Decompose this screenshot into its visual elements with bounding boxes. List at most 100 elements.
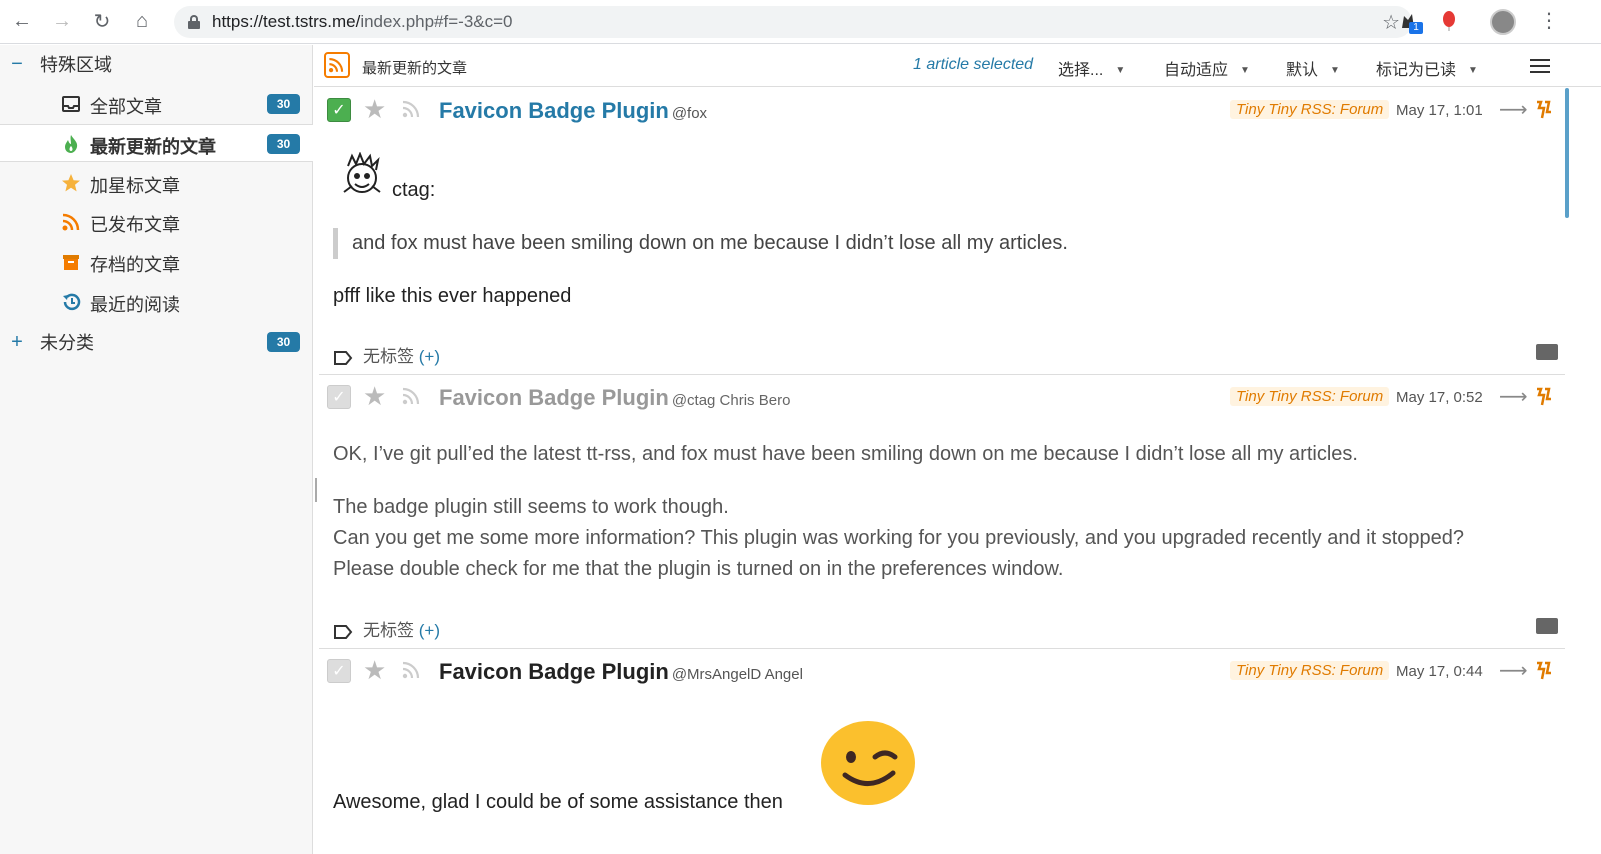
headlines-list: ✓ ★ Favicon Badge Plugin @fox Tiny Tiny R…: [314, 88, 1601, 854]
feed-all-articles[interactable]: 全部文章 30: [0, 85, 313, 123]
profile-avatar[interactable]: [1490, 9, 1516, 35]
article-text: Please double check for me that the plug…: [333, 558, 1064, 580]
article-text: The badge plugin still seems to work tho…: [333, 496, 729, 518]
article-date: May 17, 0:44: [1396, 663, 1483, 680]
article-date: May 17, 1:01: [1396, 102, 1483, 119]
tag-icon: [334, 624, 353, 639]
expand-icon[interactable]: +: [9, 331, 25, 354]
open-link-icon[interactable]: ⟶: [1499, 384, 1528, 409]
article-tags: 无标签 (+): [333, 342, 440, 367]
mark-as-read-dropdown[interactable]: 标记为已读 ▼: [1376, 56, 1478, 80]
scrollbar-thumb[interactable]: [1565, 88, 1569, 218]
category-label: 未分类: [40, 333, 94, 353]
star-toggle-icon[interactable]: ★: [363, 381, 386, 412]
feed-chip[interactable]: Tiny Tiny RSS: Forum: [1230, 100, 1390, 119]
inbox-icon: [62, 96, 80, 112]
feed-tree: − 特殊区域 全部文章 30 最新更新的文章 30 加星标文章 已发布文章 存档…: [0, 45, 313, 854]
select-checkbox[interactable]: ✓: [327, 98, 351, 122]
selection-count: 1 article selected: [913, 56, 1034, 73]
feed-label: 最新更新的文章: [90, 137, 216, 157]
unread-badge: 30: [267, 94, 300, 114]
collapse-icon[interactable]: −: [9, 53, 25, 76]
feed-label: 最近的阅读: [90, 295, 180, 315]
feed-chip[interactable]: Tiny Tiny RSS: Forum: [1230, 387, 1390, 406]
feed-favicon-icon: [1534, 661, 1552, 680]
star-toggle-icon[interactable]: ★: [363, 655, 386, 686]
article-tags: 无标签 (+): [333, 616, 440, 641]
feed-title: 最新更新的文章: [362, 60, 468, 77]
feed-fresh-articles[interactable]: 最新更新的文章 30: [0, 124, 313, 162]
url-text[interactable]: https://test.tstrs.me/index.php#f=-3&c=0: [212, 12, 513, 32]
open-link-icon[interactable]: ⟶: [1499, 97, 1528, 122]
select-checkbox[interactable]: ✓: [327, 659, 351, 683]
user-avatar-image: [343, 152, 381, 193]
note-icon[interactable]: [1536, 618, 1558, 634]
extension-badge: 1: [1409, 22, 1423, 34]
article-title[interactable]: Favicon Badge Plugin @ctag Chris Bero: [439, 385, 790, 411]
publish-icon[interactable]: [400, 385, 422, 407]
article[interactable]: ✓ ★ Favicon Badge Plugin @MrsAngelD Angel…: [319, 649, 1565, 854]
article-text: Can you get me some more information? Th…: [333, 527, 1464, 549]
publish-icon[interactable]: [400, 98, 422, 120]
headlines-toolbar: 最新更新的文章 1 article selected 选择... ▼ 自动适应 ▼ …: [314, 45, 1601, 87]
star-toggle-icon[interactable]: ★: [363, 94, 386, 125]
view-mode-dropdown[interactable]: 自动适应 ▼: [1164, 56, 1250, 80]
select-dropdown[interactable]: 选择... ▼: [1058, 56, 1125, 80]
article-title[interactable]: Favicon Badge Plugin @fox: [439, 98, 707, 124]
feed-starred[interactable]: 加星标文章: [0, 164, 313, 202]
article-text: pfff like this ever happened: [333, 285, 572, 307]
star-icon: [62, 174, 80, 192]
category-label: 特殊区域: [40, 55, 112, 75]
menu-icon[interactable]: [1530, 59, 1550, 73]
select-checkbox[interactable]: ✓: [327, 385, 351, 409]
address-bar[interactable]: https://test.tstrs.me/index.php#f=-3&c=0…: [174, 6, 1412, 38]
lock-icon[interactable]: [188, 15, 200, 29]
blockquote: and fox must have been smiling down on m…: [333, 228, 1068, 259]
open-link-icon[interactable]: ⟶: [1499, 658, 1528, 683]
reload-icon[interactable]: ↻: [84, 4, 120, 40]
article-date: May 17, 0:52: [1396, 389, 1483, 406]
feed-label: 全部文章: [90, 97, 162, 117]
article-header[interactable]: ✓ ★ Favicon Badge Plugin @ctag Chris Bero…: [319, 375, 1565, 419]
fresh-icon: [65, 135, 78, 153]
article-title[interactable]: Favicon Badge Plugin @MrsAngelD Angel: [439, 659, 803, 685]
feed-chip[interactable]: Tiny Tiny RSS: Forum: [1230, 661, 1390, 680]
feed-label: 已发布文章: [90, 215, 180, 235]
history-icon: [63, 293, 81, 311]
back-icon[interactable]: ←: [4, 4, 40, 40]
article-header[interactable]: ✓ ★ Favicon Badge Plugin @fox Tiny Tiny R…: [319, 88, 1565, 132]
unread-badge: 30: [267, 332, 300, 352]
feed-rss-icon[interactable]: [324, 52, 350, 78]
category-special[interactable]: − 特殊区域: [0, 45, 313, 83]
feed-favicon-icon: [1534, 100, 1552, 119]
feed-label: 存档的文章: [90, 255, 180, 275]
forward-icon[interactable]: →: [44, 4, 80, 40]
add-tag-link[interactable]: (+): [419, 621, 440, 640]
feed-recently-read[interactable]: 最近的阅读: [0, 283, 313, 321]
sort-dropdown[interactable]: 默认 ▼: [1286, 56, 1340, 80]
feed-published[interactable]: 已发布文章: [0, 203, 313, 241]
add-tag-link[interactable]: (+): [419, 347, 440, 366]
article-author: @fox: [671, 105, 708, 122]
archive-icon: [63, 255, 79, 270]
browser-menu-icon[interactable]: ⋮: [1539, 8, 1559, 33]
article-text: OK, I’ve git pull’ed the latest tt-rss, …: [333, 443, 1358, 465]
article[interactable]: ✓ ★ Favicon Badge Plugin @ctag Chris Bero…: [319, 375, 1565, 648]
home-icon[interactable]: ⌂: [124, 4, 160, 40]
quote-author: ctag:: [392, 179, 436, 201]
article-author: @ctag Chris Bero: [671, 392, 791, 409]
category-uncategorized[interactable]: + 未分类 30: [0, 323, 313, 361]
feed-favicon-icon: [1534, 387, 1552, 406]
article-header[interactable]: ✓ ★ Favicon Badge Plugin @MrsAngelD Angel…: [319, 649, 1565, 693]
article-text: Awesome, glad I could be of some assista…: [333, 791, 783, 813]
publish-icon[interactable]: [400, 659, 422, 681]
unread-badge: 30: [267, 134, 300, 154]
balloon-extension-icon[interactable]: [1440, 10, 1458, 32]
feed-archived[interactable]: 存档的文章: [0, 243, 313, 281]
tag-icon: [334, 350, 353, 365]
article[interactable]: ✓ ★ Favicon Badge Plugin @fox Tiny Tiny R…: [319, 88, 1565, 374]
note-icon[interactable]: [1536, 344, 1558, 360]
rss-icon: [62, 213, 80, 231]
browser-toolbar: ← → ↻ ⌂ https://test.tstrs.me/index.php#…: [0, 0, 1601, 44]
feed-label: 加星标文章: [90, 176, 180, 196]
